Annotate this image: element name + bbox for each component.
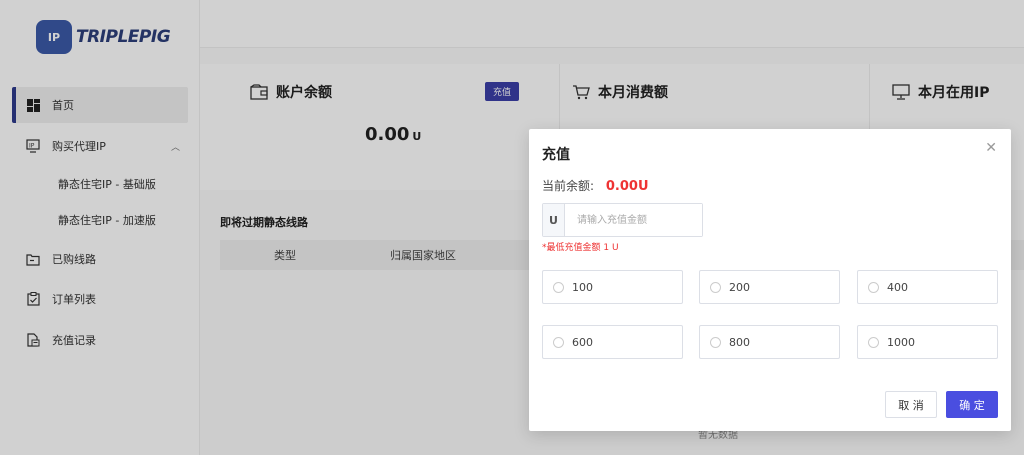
radio-icon <box>553 336 564 348</box>
amount-input-group: U <box>542 203 703 237</box>
close-icon[interactable]: ✕ <box>985 140 997 156</box>
modal-title: 充值 <box>542 147 570 163</box>
radio-icon <box>710 336 721 348</box>
radio-icon <box>868 281 879 293</box>
radio-icon <box>868 336 879 348</box>
amount-option-1000[interactable]: 1000 <box>857 325 998 359</box>
cancel-button[interactable]: 取 消 <box>885 391 937 418</box>
radio-icon <box>710 281 721 293</box>
min-amount-hint: *最低充值金额 1 U <box>542 243 619 253</box>
currency-prefix: U <box>543 204 565 236</box>
amount-option-200[interactable]: 200 <box>699 270 840 304</box>
amount-option-600[interactable]: 600 <box>542 325 683 359</box>
current-balance-value: 0.00U <box>605 179 649 194</box>
radio-icon <box>553 281 564 293</box>
recharge-modal: 充值 ✕ 当前余额: 0.00U U *最低充值金额 1 U 100 200 4… <box>529 129 1011 431</box>
amount-option-100[interactable]: 100 <box>542 270 683 304</box>
amount-option-400[interactable]: 400 <box>857 270 998 304</box>
confirm-button[interactable]: 确 定 <box>946 391 998 418</box>
current-balance: 当前余额: 0.00U <box>542 179 649 194</box>
amount-input[interactable] <box>565 204 702 236</box>
amount-option-800[interactable]: 800 <box>699 325 840 359</box>
